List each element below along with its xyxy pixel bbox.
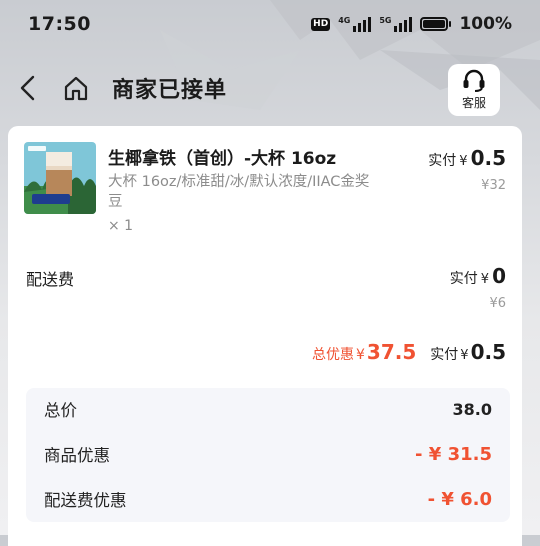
product-paid-currency: ¥ (459, 154, 468, 169)
customer-service-label: 客服 (461, 96, 486, 110)
product-quantity: × 1 (108, 218, 134, 234)
summary-product-discount-label: 商品优惠 (44, 446, 110, 465)
summary-delivery-discount-label: 配送费优惠 (44, 491, 127, 510)
summary-row-delivery-discount: 配送费优惠 - ¥ 6.0 (44, 486, 492, 512)
signal-5g-icon: 5G (379, 16, 413, 32)
delivery-paid-label: 实付 (449, 271, 478, 287)
signal-5g-label: 5G (379, 16, 392, 25)
total-discount-label: 总优惠 (312, 347, 354, 363)
back-button[interactable] (10, 68, 46, 108)
product-spec: 大杯 16oz/标准甜/冰/默认浓度/IIAC金奖豆 (108, 174, 370, 210)
top-nav: 商家已接单 客服 (0, 60, 540, 116)
summary-product-discount-value: - ¥ 31.5 (415, 443, 492, 465)
product-paid-value: 0.5 (470, 146, 506, 170)
latte-image (24, 142, 96, 214)
product-paid: 实付 ¥ 0.5 (428, 146, 506, 170)
customer-service-button[interactable]: 客服 (448, 64, 500, 116)
status-bar: 17:50 HD 4G 5G 100% (0, 0, 540, 48)
total-discount-value: 37.5 (366, 340, 417, 364)
product-original-price: ¥32 (481, 178, 506, 193)
home-button[interactable] (58, 68, 94, 108)
order-total-line: 总优惠 ¥ 37.5 实付 ¥ 0.5 (312, 340, 506, 364)
delivery-fee-label: 配送费 (26, 270, 75, 289)
summary-row-total: 总价 38.0 (44, 396, 492, 422)
battery-icon (420, 17, 452, 31)
delivery-paid-currency: ¥ (480, 272, 490, 287)
summary-delivery-discount-value: - ¥ 6.0 (427, 488, 492, 510)
summary-row-product-discount: 商品优惠 - ¥ 31.5 (44, 441, 492, 467)
status-icons: HD 4G 5G 100% (311, 14, 512, 34)
delivery-paid: 实付 ¥ 0 (450, 264, 506, 288)
total-discount-currency: ¥ (356, 347, 365, 363)
chevron-left-icon (20, 75, 35, 101)
battery-percent: 100% (459, 14, 512, 34)
signal-4g-label: 4G (338, 16, 351, 25)
summary-total-label: 总价 (44, 401, 77, 420)
product-name: 生椰拿铁（首创）-大杯 16oz (108, 149, 337, 169)
product-image[interactable] (24, 142, 96, 214)
total-paid-label: 实付 (430, 347, 459, 363)
total-paid-currency: ¥ (460, 348, 469, 363)
price-summary: 总价 38.0 商品优惠 - ¥ 31.5 配送费优惠 - ¥ 6.0 (26, 388, 510, 522)
delivery-original-price: ¥6 (489, 296, 506, 311)
home-icon (64, 76, 88, 101)
signal-4g-icon: 4G (338, 16, 372, 32)
status-time: 17:50 (28, 13, 91, 35)
delivery-paid-value: 0 (492, 264, 506, 288)
product-paid-label: 实付 (428, 153, 457, 169)
page-title: 商家已接单 (112, 78, 228, 103)
hd-badge: HD (311, 17, 331, 31)
total-paid-value: 0.5 (470, 340, 506, 364)
summary-total-value: 38.0 (452, 399, 492, 419)
headset-icon (463, 69, 485, 92)
order-card: 生椰拿铁（首创）-大杯 16oz 大杯 16oz/标准甜/冰/默认浓度/IIAC… (8, 126, 522, 546)
